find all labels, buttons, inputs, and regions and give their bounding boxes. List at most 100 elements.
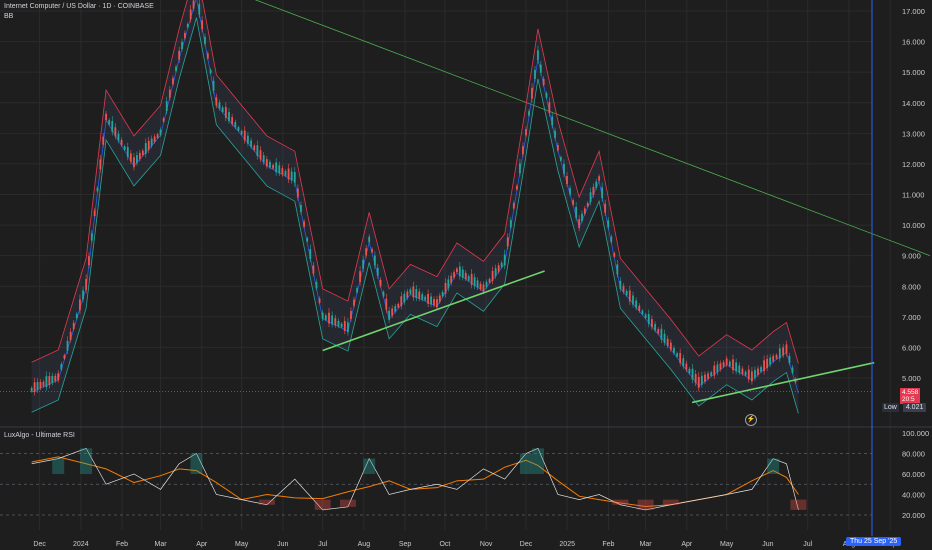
candle-body bbox=[766, 358, 769, 368]
candle-body bbox=[424, 296, 427, 301]
price-tick-label: 8.000 bbox=[902, 282, 921, 291]
candle-body bbox=[525, 129, 527, 136]
candle-body bbox=[453, 272, 455, 278]
candle-body bbox=[337, 320, 340, 327]
candle-body bbox=[412, 286, 415, 298]
time-tick-label: Feb bbox=[602, 541, 614, 548]
candle-body bbox=[275, 162, 278, 173]
time-tick-label: Jul bbox=[803, 541, 812, 548]
symbol-title[interactable]: Internet Computer / US Dollar · 1D · COI… bbox=[4, 3, 154, 10]
candle-body bbox=[551, 116, 554, 126]
candle-body bbox=[738, 365, 741, 373]
time-tick-label: Apr bbox=[196, 541, 208, 548]
candle-body bbox=[96, 187, 99, 192]
candle-body bbox=[175, 66, 177, 72]
candle-body bbox=[234, 122, 237, 128]
chart-canvas[interactable]: 17.000 16.000 15.000 14.000 13.000 12.000 11.0… bbox=[0, 0, 932, 550]
candle-body bbox=[198, 3, 201, 15]
price-tick-label: 17.000 bbox=[902, 7, 925, 16]
candle-body bbox=[509, 220, 512, 228]
candle-body bbox=[479, 283, 482, 290]
candle-body bbox=[666, 338, 669, 346]
bb-indicator-label[interactable]: BB bbox=[4, 13, 13, 20]
candle-body bbox=[312, 265, 315, 274]
candle-body bbox=[713, 365, 716, 376]
candle-body bbox=[647, 314, 650, 324]
low-label: Low bbox=[882, 403, 899, 412]
candle-body bbox=[212, 80, 215, 91]
candle-body bbox=[75, 313, 78, 319]
candle-body bbox=[610, 236, 613, 243]
candle-body bbox=[560, 157, 562, 161]
candle-body bbox=[427, 293, 430, 304]
candle-body bbox=[300, 204, 302, 213]
candle-body bbox=[259, 150, 262, 160]
candle-body bbox=[250, 140, 252, 147]
candle-body bbox=[324, 315, 327, 320]
candle-body bbox=[775, 354, 778, 359]
rsi-overbought-fill bbox=[363, 458, 376, 474]
candle-body bbox=[485, 281, 488, 288]
candle-body bbox=[458, 266, 461, 277]
candle-body bbox=[622, 285, 625, 293]
candle-body bbox=[328, 312, 330, 324]
candle-body bbox=[253, 145, 256, 151]
candle-body bbox=[371, 248, 373, 253]
candle-body bbox=[782, 347, 785, 356]
candle-body bbox=[162, 118, 165, 122]
candle-body bbox=[278, 165, 281, 174]
candle-body bbox=[554, 130, 556, 138]
candle-body bbox=[111, 121, 114, 132]
candle-body bbox=[394, 306, 397, 312]
candle-body bbox=[269, 162, 271, 168]
low-value: 4.021 bbox=[902, 403, 927, 412]
rsi-tick-label: 60.000 bbox=[902, 470, 925, 479]
candle-body bbox=[430, 296, 432, 305]
price-tick-label: 15.000 bbox=[902, 68, 925, 77]
candle-body bbox=[388, 310, 391, 320]
candle-body bbox=[438, 295, 441, 302]
candle-body bbox=[500, 262, 503, 268]
candle-body bbox=[400, 296, 403, 307]
candle-body bbox=[318, 298, 321, 304]
candle-body bbox=[365, 248, 368, 256]
candle-body bbox=[391, 308, 394, 316]
rsi-oversold-fill bbox=[662, 499, 679, 505]
time-tick-label: 2024 bbox=[73, 541, 89, 548]
candle-body bbox=[763, 360, 765, 372]
candle-body bbox=[69, 331, 72, 340]
candle-body bbox=[688, 368, 691, 374]
candle-body bbox=[184, 32, 186, 39]
candle-body bbox=[586, 203, 589, 207]
crosshair-date-badge: Thu 25 Sep '25 bbox=[846, 537, 902, 546]
candle-body bbox=[315, 282, 318, 289]
candle-body bbox=[534, 69, 536, 79]
candle-body bbox=[522, 146, 524, 155]
candle-body bbox=[123, 146, 126, 150]
candle-body bbox=[679, 353, 682, 363]
candle-body bbox=[685, 363, 688, 370]
time-tick-label: May bbox=[235, 541, 249, 548]
candle-body bbox=[528, 111, 530, 116]
candle-body bbox=[85, 279, 88, 290]
candle-body bbox=[192, 0, 195, 9]
candle-body bbox=[272, 164, 274, 169]
price-tick-label: 12.000 bbox=[902, 160, 925, 169]
candle-body bbox=[144, 143, 147, 154]
rsi-tick-label: 100.000 bbox=[902, 429, 929, 438]
candle-body bbox=[581, 213, 583, 221]
candle-body bbox=[604, 203, 607, 213]
rsi-tick-label: 20.000 bbox=[902, 511, 925, 520]
price-tick-label: 11.000 bbox=[902, 191, 924, 200]
price-tick-label: 13.000 bbox=[902, 129, 925, 138]
candle-body bbox=[512, 203, 515, 209]
candle-body bbox=[735, 362, 738, 372]
candle-body bbox=[231, 117, 234, 125]
candle-body bbox=[578, 219, 581, 229]
candle-body bbox=[114, 127, 117, 137]
rsi-indicator-label[interactable]: LuxAlgo - Ultimate RSI bbox=[4, 432, 75, 439]
lightning-icon[interactable]: ⚡ bbox=[745, 414, 757, 426]
candle-body bbox=[353, 299, 355, 306]
candle-body bbox=[744, 371, 747, 376]
candle-body bbox=[321, 312, 324, 319]
